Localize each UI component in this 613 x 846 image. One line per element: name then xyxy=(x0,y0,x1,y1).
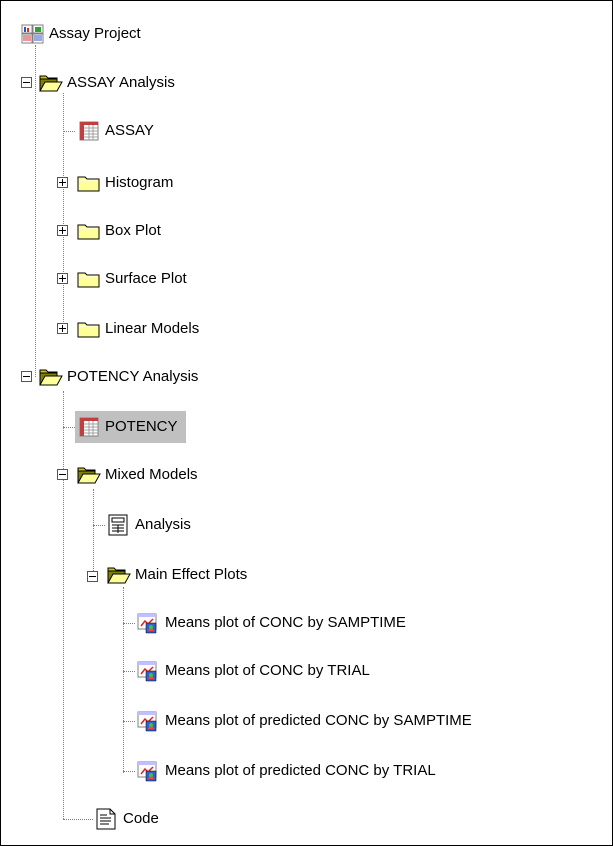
tree-node-label: Code xyxy=(123,810,159,827)
tree-node-label: POTENCY xyxy=(103,416,180,438)
tree-node-label: Surface Plot xyxy=(105,270,187,287)
tree-line xyxy=(63,427,75,428)
tree-node-code[interactable]: Code xyxy=(93,803,161,835)
dataset-icon xyxy=(75,415,103,439)
project-tree-panel: Assay Project ASSAY Analysis ASSAY Histo… xyxy=(0,0,613,846)
collapse-toggle[interactable] xyxy=(21,77,32,88)
tree-line xyxy=(63,391,64,819)
closed-folder-icon xyxy=(75,171,103,195)
tree-node-means-plot[interactable]: Means plot of CONC by TRIAL xyxy=(135,655,372,687)
tree-node-assay-dataset[interactable]: ASSAY xyxy=(75,115,156,147)
expand-toggle[interactable] xyxy=(57,273,68,284)
tree-node-label: POTENCY Analysis xyxy=(67,368,199,385)
expand-toggle[interactable] xyxy=(57,225,68,236)
tree-line xyxy=(123,771,135,772)
tree-line xyxy=(63,131,75,132)
tree-node-means-plot[interactable]: Means plot of predicted CONC by TRIAL xyxy=(135,755,438,787)
graph-icon xyxy=(135,759,163,783)
code-icon xyxy=(93,807,121,831)
tree-node-surface-plot[interactable]: Surface Plot xyxy=(75,263,189,295)
tree-node-potency-analysis[interactable]: POTENCY Analysis xyxy=(37,361,200,393)
tree-line xyxy=(123,623,135,624)
open-folder-icon xyxy=(75,463,103,487)
tree-node-label: ASSAY Analysis xyxy=(67,74,175,91)
tree-line xyxy=(93,525,105,526)
tree-node-label: Linear Models xyxy=(105,320,200,337)
expand-toggle[interactable] xyxy=(57,177,68,188)
tree-line xyxy=(123,587,124,773)
open-folder-icon xyxy=(105,563,133,587)
closed-folder-icon xyxy=(75,317,103,341)
tree-node-label: Means plot of CONC by TRIAL xyxy=(165,662,370,679)
collapse-toggle[interactable] xyxy=(87,571,98,582)
tree-line xyxy=(63,93,64,328)
tree-node-linear-models[interactable]: Linear Models xyxy=(75,313,201,345)
tree-node-analysis[interactable]: Analysis xyxy=(105,509,193,541)
tree-node-label: Means plot of CONC by SAMPTIME xyxy=(165,614,406,631)
closed-folder-icon xyxy=(75,219,103,243)
tree-node-label: Assay Project xyxy=(49,25,141,42)
expand-toggle[interactable] xyxy=(57,323,68,334)
tree-line xyxy=(123,721,135,722)
graph-icon xyxy=(135,611,163,635)
tree-node-label: Means plot of predicted CONC by SAMPTIME xyxy=(165,712,472,729)
tree-line xyxy=(123,671,135,672)
graph-icon xyxy=(135,659,163,683)
graph-icon xyxy=(135,709,163,733)
tree-node-label: Main Effect Plots xyxy=(135,566,248,583)
dataset-icon xyxy=(75,119,103,143)
tree-node-assay-analysis[interactable]: ASSAY Analysis xyxy=(37,67,177,99)
tree-node-histogram[interactable]: Histogram xyxy=(75,167,175,199)
open-folder-icon xyxy=(37,365,65,389)
tree-node-label: Mixed Models xyxy=(105,466,198,483)
open-folder-icon xyxy=(37,71,65,95)
tree-node-label: Histogram xyxy=(105,174,174,191)
tree-line xyxy=(93,489,94,577)
closed-folder-icon xyxy=(75,267,103,291)
tree-node-potency-dataset[interactable]: POTENCY xyxy=(75,411,186,443)
project-icon xyxy=(19,22,47,46)
tree-line xyxy=(63,819,93,820)
tree-node-label: Means plot of predicted CONC by TRIAL xyxy=(165,762,436,779)
tree-node-label: Box Plot xyxy=(105,222,161,239)
tree-node-main-effect-plots[interactable]: Main Effect Plots xyxy=(105,559,249,591)
tree-node-box-plot[interactable]: Box Plot xyxy=(75,215,163,247)
tree-line xyxy=(35,45,36,377)
collapse-toggle[interactable] xyxy=(21,371,32,382)
tree-node-mixed-models[interactable]: Mixed Models xyxy=(75,459,200,491)
tree-node-label: Analysis xyxy=(135,516,191,533)
analysis-icon xyxy=(105,513,133,537)
tree-node-means-plot[interactable]: Means plot of CONC by SAMPTIME xyxy=(135,607,408,639)
tree-node-label: ASSAY xyxy=(105,122,154,139)
tree-node-assay-project[interactable]: Assay Project xyxy=(19,18,143,50)
tree-node-means-plot[interactable]: Means plot of predicted CONC by SAMPTIME xyxy=(135,705,474,737)
collapse-toggle[interactable] xyxy=(57,469,68,480)
